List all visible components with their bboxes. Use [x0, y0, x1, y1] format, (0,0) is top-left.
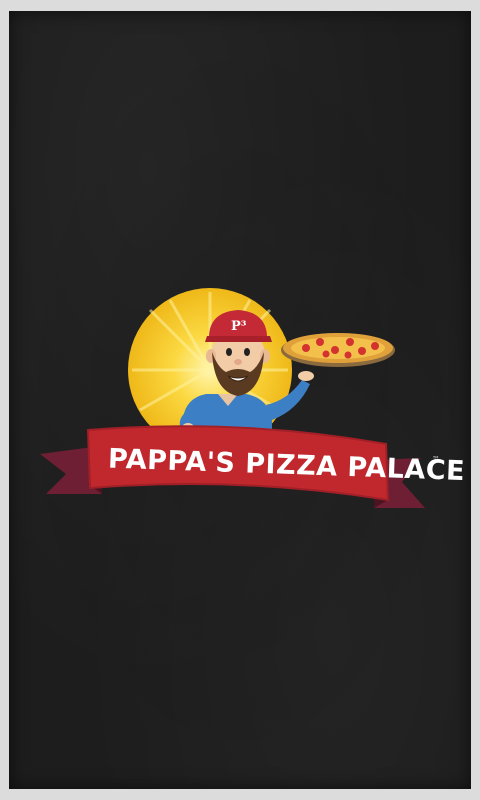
pizza-icon — [281, 333, 395, 367]
trademark-symbol: ™ — [432, 455, 440, 464]
brand-logo: P³ PAPPA'S PIZZA PALACE ™ — [40, 288, 466, 508]
cap-monogram: P³ — [231, 319, 247, 334]
